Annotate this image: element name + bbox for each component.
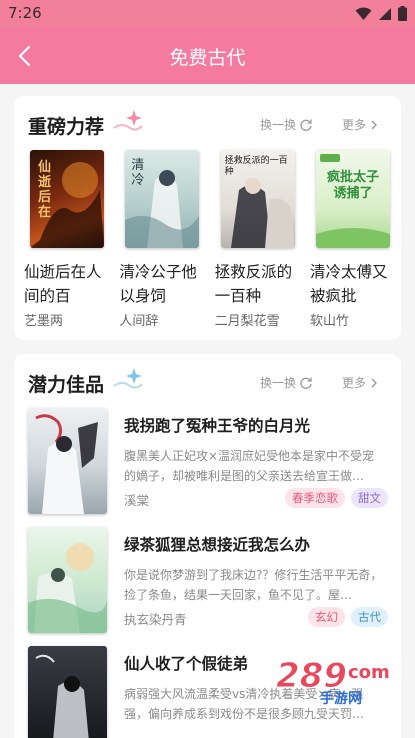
wifi-icon	[355, 7, 372, 20]
book-description: 腹黑美人正妃攻×温润庶妃受他本是家中不受宠的嫡子，却被唯利是图的父亲送去给宣王做…	[124, 449, 375, 483]
book-title: 绿茶狐狸总想接近我怎么办	[124, 536, 311, 554]
book-title: 清冷太傅又被疯批	[309, 263, 388, 305]
tag-list: 春季恋歌 甜文	[285, 488, 388, 508]
book-title: 清冷公子他以身饲	[119, 263, 197, 305]
refresh-button[interactable]: 换一换	[260, 116, 313, 133]
book-author: 人间辞	[119, 314, 159, 329]
book-author: 软山竹	[309, 314, 349, 329]
book-title: 仙人收了个假徒弟	[124, 655, 249, 673]
featured-book[interactable]: 拯救反派的一百种 拯救反派的一百种 二月梨花雪	[215, 150, 301, 329]
book-title: 仙逝后在人间的百	[24, 263, 102, 305]
sparkle-decoration-icon	[113, 110, 143, 131]
book-cover	[28, 646, 107, 738]
featured-book[interactable]: 疯批太子诱捕了 清冷太傅又被疯批 软山竹	[310, 150, 396, 329]
watermark-text: 手游网	[320, 691, 362, 707]
refresh-label: 换一换	[260, 376, 297, 390]
featured-book[interactable]: 清冷 清冷公子他以身饲 人间辞	[119, 150, 205, 329]
book-cover	[28, 527, 107, 633]
status-time: 7:26	[8, 4, 42, 22]
book-cover: 疯批太子诱捕了	[315, 150, 390, 248]
tag[interactable]: 甜文	[351, 488, 388, 508]
book-cover: 清冷	[125, 150, 200, 248]
chevron-right-icon	[371, 378, 378, 387]
book-title: 我拐跑了冤种王爷的白月光	[124, 417, 311, 435]
page-title: 免费古代	[169, 47, 246, 69]
sparkle-decoration-icon	[113, 368, 143, 389]
refresh-label: 换一换	[260, 118, 297, 132]
tag[interactable]: 古代	[351, 607, 388, 627]
book-author: 执玄染丹青	[124, 612, 187, 627]
cover-text: 拯救反派的一百种	[224, 156, 288, 177]
book-title: 拯救反派的一百种	[214, 263, 293, 305]
book-cover: 拯救反派的一百种	[220, 150, 295, 248]
cover-text: 清冷	[131, 158, 145, 188]
tag[interactable]: 春季恋歌	[285, 488, 345, 508]
more-button[interactable]: 更多	[342, 116, 379, 133]
chevron-right-icon	[371, 120, 378, 129]
book-description: 你是说你梦游到了我床边?？修行生活平平无奇，捡了条鱼，结果一天回家，鱼不见了。屋…	[124, 568, 383, 602]
list-item[interactable]: 绿茶狐狸总想接近我怎么办 你是说你梦游到了我床边?？修行生活平平无奇，捡了条鱼，…	[28, 527, 388, 635]
refresh-icon	[300, 377, 312, 389]
refresh-button[interactable]: 换一换	[260, 374, 313, 391]
featured-section: 重磅力荐 换一换 更多 仙逝后在 仙逝后在人间的百 艺墨两 清冷 清冷公子他以身…	[14, 96, 401, 340]
list-item[interactable]: 我拐跑了冤种王爷的白月光 腹黑美人正妃攻×温润庶妃受他本是家中不受宠的嫡子，却被…	[28, 408, 388, 516]
nav-bar: 免费古代	[0, 28, 415, 84]
status-bar: 7:26	[0, 0, 415, 28]
book-author: 艺墨两	[24, 314, 64, 329]
battery-icon	[398, 6, 407, 21]
tag-list: 玄幻 古代	[308, 607, 388, 627]
signal-icon	[379, 7, 391, 20]
watermark-suffix: com	[348, 662, 390, 683]
potential-section-title: 潜力佳品	[28, 374, 105, 396]
book-author: 溪棠	[124, 493, 150, 508]
featured-book-grid: 仙逝后在 仙逝后在人间的百 艺墨两 清冷 清冷公子他以身饲 人间辞 拯救反派的一…	[24, 150, 396, 329]
book-cover	[28, 408, 107, 514]
cover-text: 仙逝后在	[38, 160, 52, 220]
featured-book[interactable]: 仙逝后在 仙逝后在人间的百 艺墨两	[24, 150, 110, 329]
tag[interactable]: 玄幻	[308, 607, 345, 627]
book-cover: 仙逝后在	[30, 150, 104, 248]
more-label: 更多	[342, 376, 367, 390]
status-icons	[355, 6, 407, 21]
more-label: 更多	[342, 118, 367, 132]
site-watermark: 289 com 手游网	[276, 656, 411, 708]
more-button[interactable]: 更多	[342, 374, 379, 391]
refresh-icon	[300, 119, 312, 131]
book-author: 二月梨花雪	[214, 314, 280, 329]
featured-section-title: 重磅力荐	[28, 116, 105, 138]
